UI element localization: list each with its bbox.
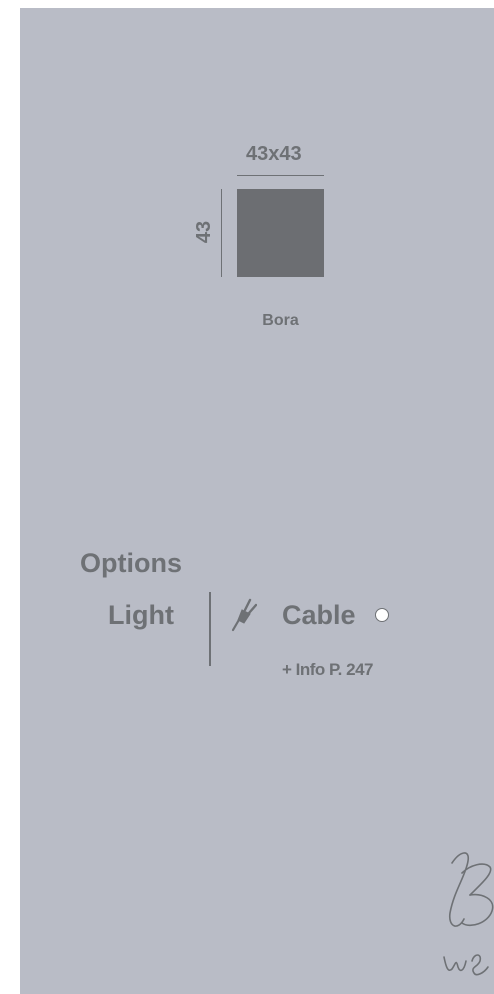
product-swatch: [237, 189, 324, 277]
option-value-cable: Cable: [282, 600, 356, 630]
catalog-page: 43x43 43 Bora Options Light Cable + Info…: [20, 8, 494, 994]
option-divider: [209, 592, 211, 666]
option-label-light: Light: [108, 600, 174, 630]
info-reference: + Info P. 247: [282, 660, 373, 679]
signature-watermark: [443, 852, 494, 976]
dimension-side-label: 43: [193, 220, 215, 244]
product-name: Bora: [262, 312, 299, 329]
dimension-top-line: [237, 175, 324, 176]
dimension-side-line: [221, 189, 222, 277]
plug-icon: [231, 598, 257, 632]
options-title: Options: [80, 548, 182, 578]
option-indicator-circle: [375, 608, 389, 622]
dimension-top-label: 43x43: [246, 143, 302, 165]
